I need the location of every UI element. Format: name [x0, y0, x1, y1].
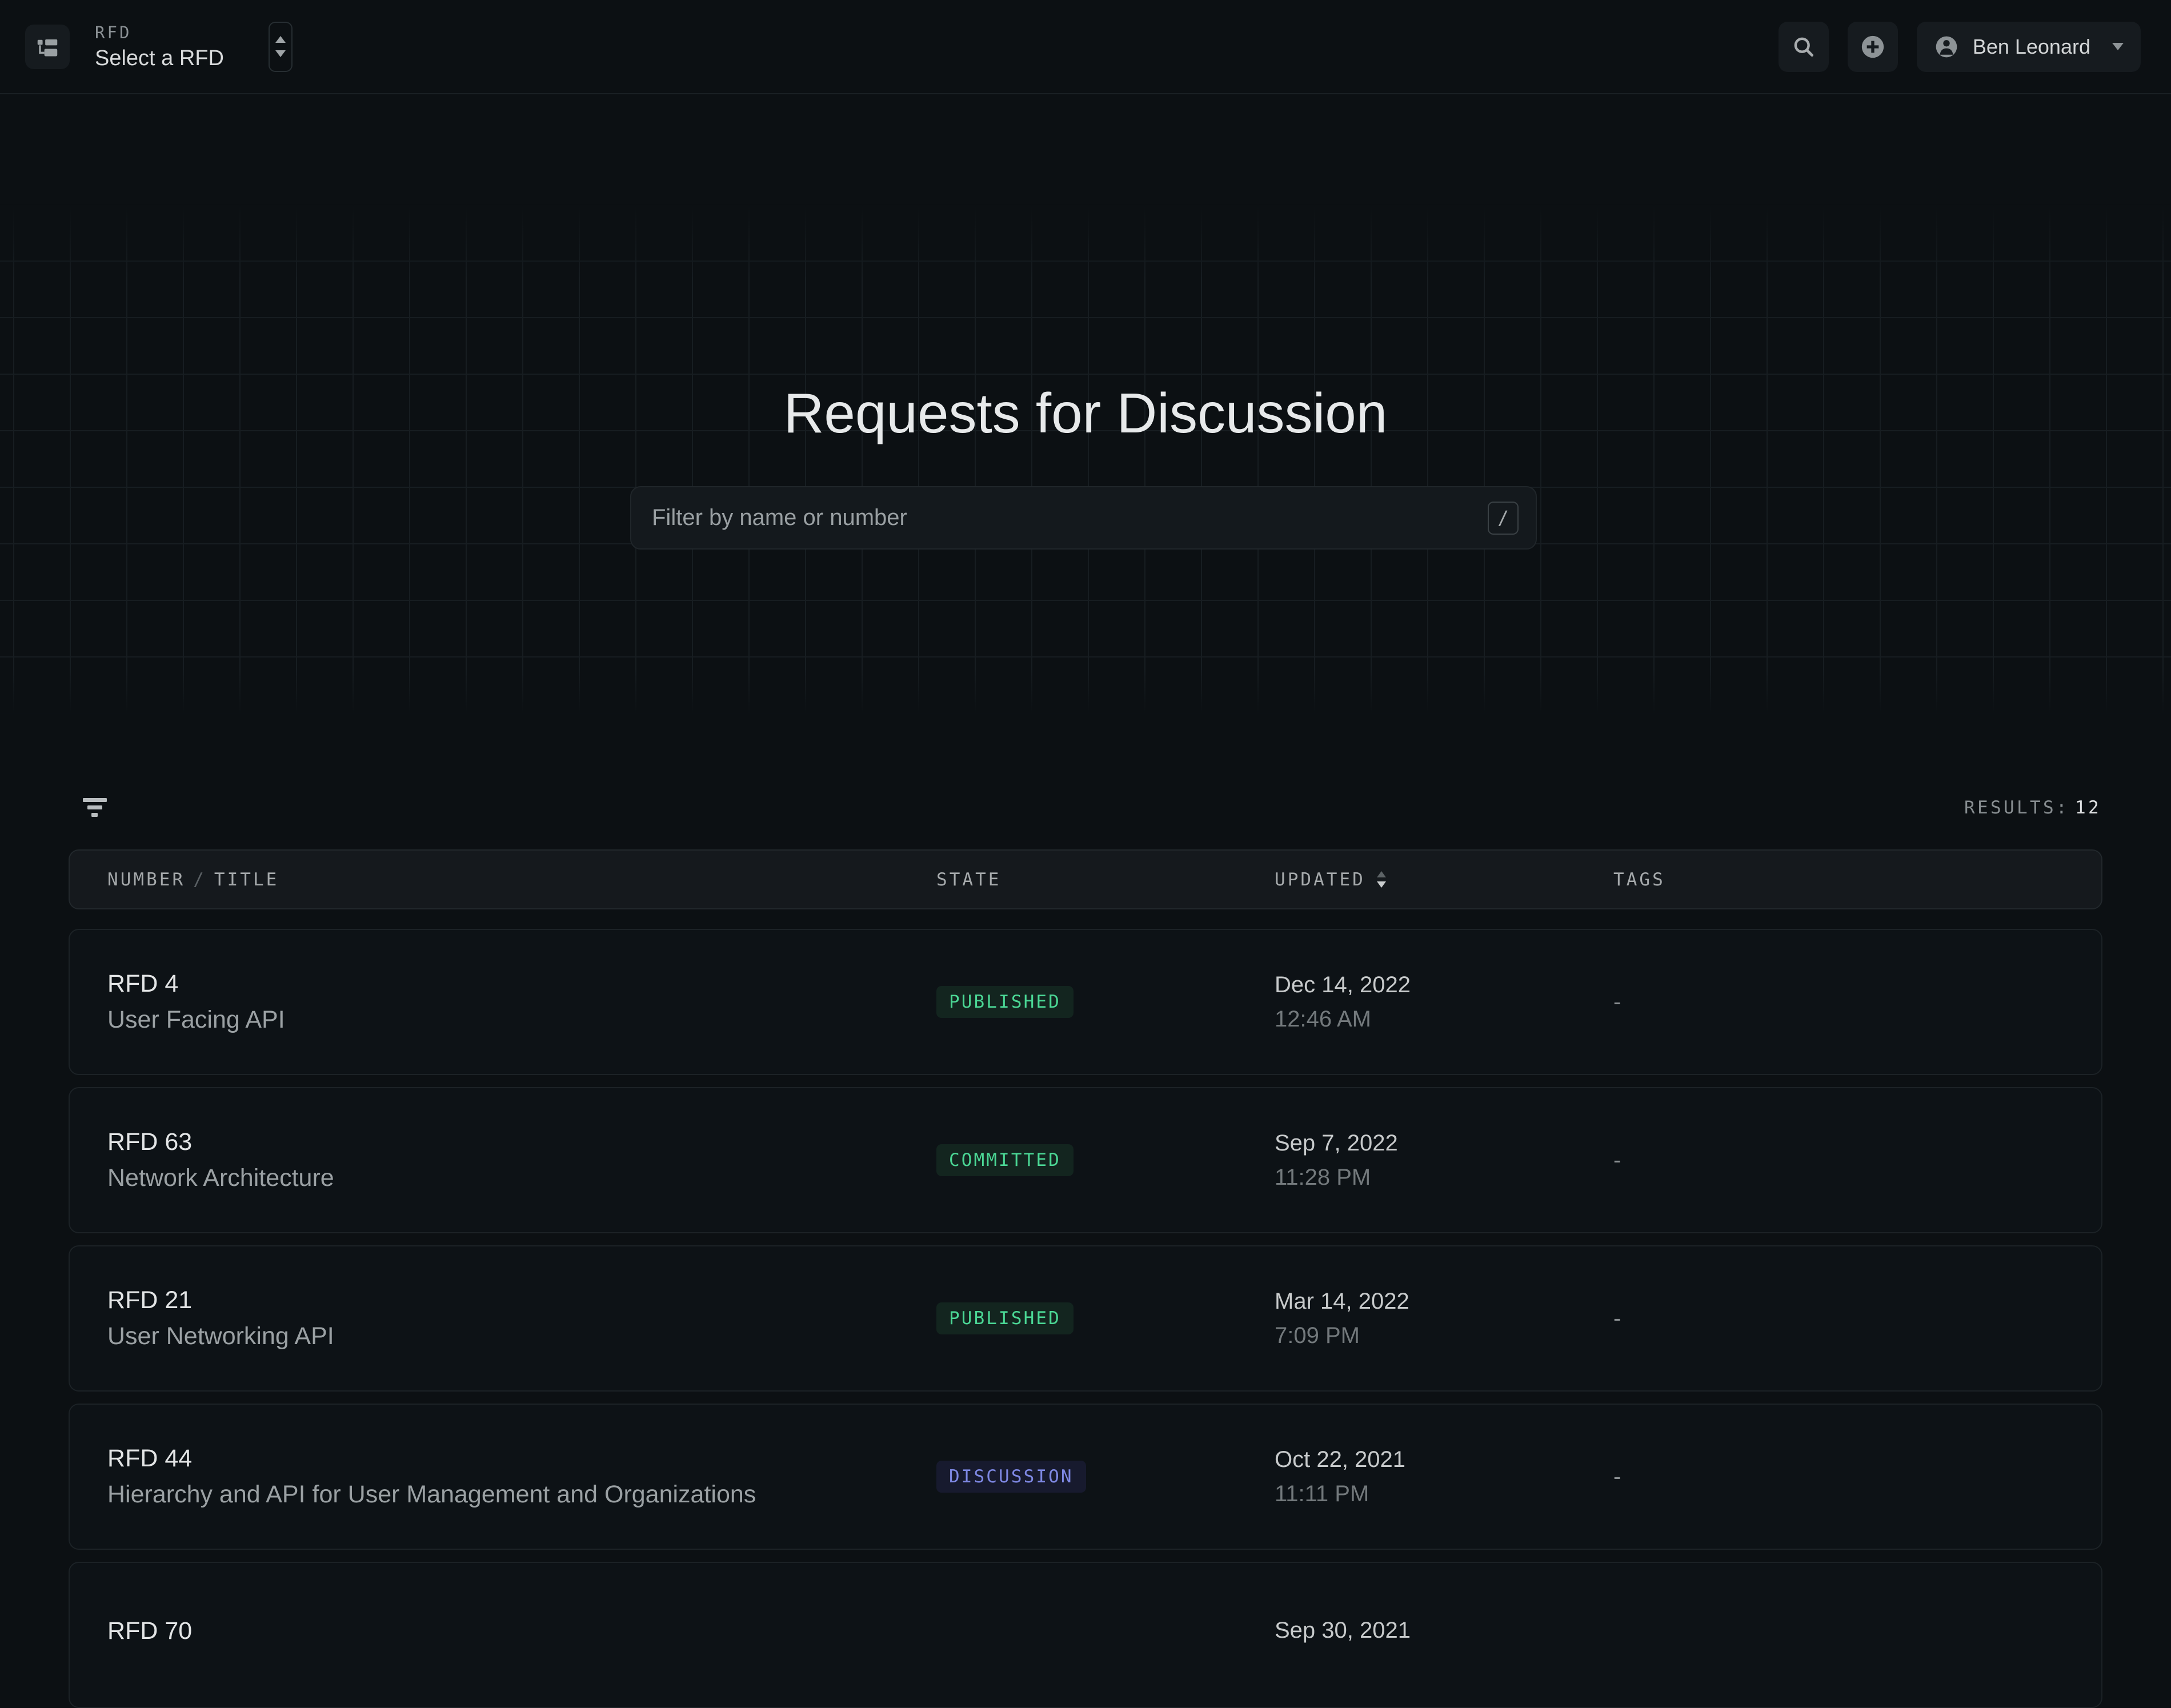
filter-input[interactable]: [631, 487, 1488, 548]
sort-desc-icon: [1377, 881, 1386, 888]
updated-date: Mar 14, 2022: [1275, 1289, 1613, 1314]
column-number-title[interactable]: NUMBER/TITLE: [107, 869, 936, 890]
user-menu-button[interactable]: Ben Leonard: [1917, 22, 2141, 72]
rfd-number: RFD 4: [107, 970, 936, 998]
results-bar: RESULTS: 12: [69, 797, 2102, 818]
user-name: Ben Leonard: [1973, 35, 2090, 59]
filter-lines-icon: [82, 797, 107, 818]
stepper-up-icon: [275, 36, 286, 43]
rfd-row[interactable]: RFD 70 Sep 30, 2021: [69, 1562, 2102, 1708]
rfd-eyebrow-label: RFD: [95, 23, 224, 42]
state-badge: PUBLISHED: [936, 986, 1074, 1018]
rfd-number: RFD 70: [107, 1617, 936, 1645]
rfd-tree-icon: [34, 34, 61, 60]
hero-section: Requests for Discussion /: [0, 94, 2171, 797]
tags-value: -: [1613, 1306, 2101, 1332]
top-bar-actions: Ben Leonard: [1779, 22, 2141, 72]
state-badge: COMMITTED: [936, 1144, 1074, 1176]
rfd-stepper-button[interactable]: [269, 22, 293, 72]
rfd-number: RFD 63: [107, 1128, 936, 1156]
rfd-row[interactable]: RFD 63 Network Architecture COMMITTED Sep…: [69, 1087, 2102, 1233]
results-value: 12: [2075, 797, 2101, 818]
tags-value: -: [1613, 1148, 2101, 1173]
column-state[interactable]: STATE: [936, 869, 1275, 890]
tags-value: -: [1613, 989, 2101, 1015]
updated-date: Sep 30, 2021: [1275, 1618, 1613, 1643]
state-badge: PUBLISHED: [936, 1302, 1074, 1334]
rfd-number: RFD 44: [107, 1445, 936, 1473]
rfd-row[interactable]: RFD 4 User Facing API PUBLISHED Dec 14, 2…: [69, 929, 2102, 1075]
updated-time: 12:46 AM: [1275, 1007, 1613, 1032]
rfd-row[interactable]: RFD 44 Hierarchy and API for User Managem…: [69, 1404, 2102, 1550]
rfd-number: RFD 21: [107, 1286, 936, 1314]
rfd-selector-group: RFD Select a RFD: [25, 22, 293, 72]
results-count: RESULTS: 12: [1964, 797, 2101, 818]
updated-time: 7:09 PM: [1275, 1323, 1613, 1349]
rfd-logo-button[interactable]: [25, 25, 70, 69]
updated-date: Dec 14, 2022: [1275, 972, 1613, 998]
person-circle-icon: [1934, 34, 1959, 59]
table-header: NUMBER/TITLE STATE UPDATED TAGS: [69, 849, 2102, 909]
rfd-title: User Networking API: [107, 1322, 936, 1350]
stepper-down-icon: [275, 50, 286, 57]
rfd-selector-value[interactable]: Select a RFD: [95, 46, 224, 71]
rfd-title: Network Architecture: [107, 1164, 936, 1192]
sort-asc-icon: [1377, 871, 1386, 877]
updated-date: Oct 22, 2021: [1275, 1447, 1613, 1473]
slash-shortcut-badge: /: [1488, 502, 1519, 535]
rfd-row[interactable]: RFD 21 User Networking API PUBLISHED Mar …: [69, 1245, 2102, 1392]
column-updated[interactable]: UPDATED: [1275, 869, 1613, 890]
grid-background: [0, 204, 2171, 715]
state-badge: DISCUSSION: [936, 1461, 1086, 1493]
results-label: RESULTS:: [1964, 797, 2069, 818]
filter-box: /: [630, 486, 1537, 550]
sort-arrows-icon: [1377, 871, 1386, 888]
search-icon: [1791, 34, 1816, 59]
rfd-index-page: { "header": { "app_label": "RFD", "selec…: [0, 0, 2171, 1622]
tags-value: -: [1613, 1464, 2101, 1490]
updated-time: 11:28 PM: [1275, 1165, 1613, 1190]
search-button[interactable]: [1779, 22, 1829, 72]
rfd-title: Hierarchy and API for User Management an…: [107, 1481, 936, 1509]
page-title: Requests for Discussion: [0, 381, 2171, 446]
new-rfd-button[interactable]: [1848, 22, 1898, 72]
rfd-selector-labels: RFD Select a RFD: [95, 23, 224, 71]
rfd-title: User Facing API: [107, 1006, 936, 1034]
updated-date: Sep 7, 2022: [1275, 1130, 1613, 1156]
column-tags[interactable]: TAGS: [1613, 869, 2101, 890]
top-bar: RFD Select a RFD: [0, 0, 2171, 94]
results-section: RESULTS: 12 NUMBER/TITLE STATE UPDATED TA…: [69, 797, 2102, 1708]
plus-circle-icon: [1860, 34, 1886, 60]
chevron-down-icon: [2112, 43, 2124, 50]
updated-time: 11:11 PM: [1275, 1481, 1613, 1507]
filter-button[interactable]: [82, 797, 107, 818]
